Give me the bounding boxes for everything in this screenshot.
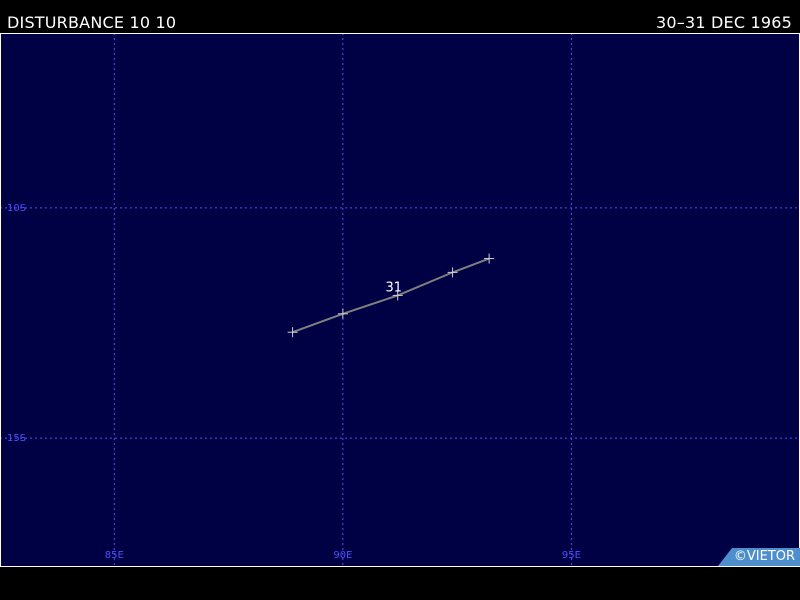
header-bar: DISTURBANCE 10 10 30–31 DEC 1965: [0, 0, 800, 34]
latitude-label: 15S: [7, 433, 26, 444]
date-range: 30–31 DEC 1965: [655, 13, 792, 32]
credit-badge: ©VIETOR: [718, 548, 800, 566]
longitude-label: 95E: [562, 550, 581, 561]
storm-title: DISTURBANCE 10 10: [7, 13, 177, 32]
day-label: 31: [385, 280, 402, 295]
ocean-background: [0, 33, 800, 567]
latitude-label: 10S: [7, 203, 26, 214]
longitude-label: 90E: [333, 550, 352, 561]
longitude-label: 85E: [105, 550, 124, 561]
footer-bar: [0, 567, 800, 600]
track-map: 85E 90E 95E 10S 15S 31: [0, 33, 800, 567]
